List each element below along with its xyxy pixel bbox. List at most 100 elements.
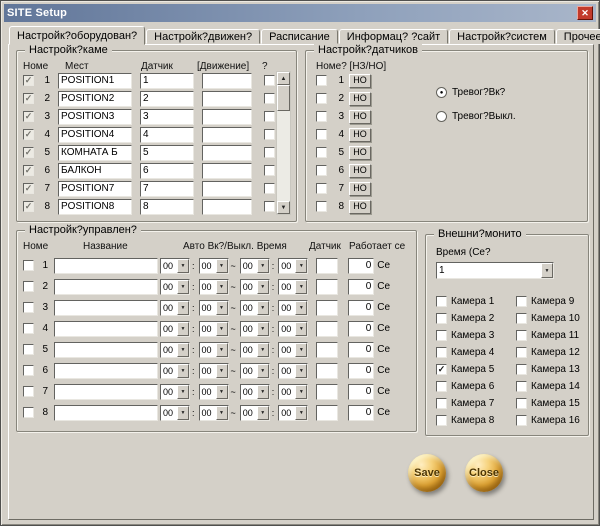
sensor-enable-checkbox[interactable] — [316, 93, 327, 104]
alarm-on-radio[interactable]: ● Тревог?Вк? — [436, 87, 505, 98]
control-name-input[interactable] — [54, 257, 158, 274]
control-seconds-input[interactable] — [348, 404, 375, 421]
dropdown-arrow-icon[interactable]: ▼ — [541, 263, 553, 278]
sensor-enable-checkbox[interactable] — [316, 183, 327, 194]
on-hour-select[interactable]: 00 ▼ — [160, 404, 190, 421]
dropdown-arrow-icon[interactable]: ▼ — [295, 363, 308, 378]
camera-sensor-input[interactable] — [140, 72, 194, 89]
camera-extra-checkbox[interactable] — [264, 183, 275, 194]
dropdown-arrow-icon[interactable]: ▼ — [177, 279, 189, 294]
camera-sensor-input[interactable] — [140, 144, 194, 161]
checkbox[interactable] — [516, 363, 527, 375]
off-minute-select[interactable]: 00 ▼ — [278, 278, 309, 295]
camera-extra-checkbox[interactable] — [264, 201, 275, 212]
on-hour-select[interactable]: 00 ▼ — [160, 383, 190, 400]
checkbox[interactable] — [516, 414, 527, 426]
control-name-input[interactable] — [54, 383, 158, 400]
on-minute-select[interactable]: 00 ▼ — [198, 341, 229, 358]
checkbox[interactable] — [436, 312, 447, 324]
sensor-enable-checkbox[interactable] — [316, 129, 327, 140]
camera-place-input[interactable] — [58, 108, 132, 125]
off-hour-select[interactable]: 00 ▼ — [239, 299, 270, 316]
control-name-input[interactable] — [54, 362, 158, 379]
camera-enable-checkbox[interactable]: ✓ — [23, 129, 34, 140]
off-hour-select[interactable]: 00 ▼ — [239, 383, 270, 400]
dropdown-arrow-icon[interactable]: ▼ — [215, 258, 228, 273]
camera-enable-checkbox[interactable]: ✓ — [23, 111, 34, 122]
monitor-camera-checkbox[interactable]: Камера 3 — [436, 329, 508, 341]
camera-extra-checkbox[interactable] — [264, 75, 275, 86]
sensor-enable-checkbox[interactable] — [316, 201, 327, 212]
close-window-button[interactable]: ✕ — [577, 6, 593, 20]
camera-sensor-input[interactable] — [140, 126, 194, 143]
control-sensor-input[interactable] — [316, 278, 339, 295]
dropdown-arrow-icon[interactable]: ▼ — [215, 300, 228, 315]
monitor-camera-checkbox[interactable]: Камера 15 — [516, 397, 588, 409]
dropdown-arrow-icon[interactable]: ▼ — [256, 405, 269, 420]
checkbox[interactable]: ✓ — [436, 363, 447, 375]
checkbox[interactable] — [436, 414, 447, 426]
dropdown-arrow-icon[interactable]: ▼ — [215, 321, 228, 336]
on-minute-select[interactable]: 00 ▼ — [198, 362, 229, 379]
sensor-enable-checkbox[interactable] — [316, 165, 327, 176]
control-name-input[interactable] — [54, 320, 158, 337]
camera-enable-checkbox[interactable]: ✓ — [23, 165, 34, 176]
dropdown-arrow-icon[interactable]: ▼ — [177, 384, 189, 399]
control-sensor-input[interactable] — [316, 299, 339, 316]
dropdown-arrow-icon[interactable]: ▼ — [256, 258, 269, 273]
on-minute-select[interactable]: 00 ▼ — [198, 320, 229, 337]
scrollbar-thumb[interactable] — [277, 85, 290, 111]
on-hour-select[interactable]: 00 ▼ — [160, 299, 190, 316]
control-name-input[interactable] — [54, 278, 158, 295]
checkbox[interactable] — [436, 295, 447, 307]
sensor-nc-no-toggle-button[interactable]: НО — [349, 181, 371, 196]
camera-extra-checkbox[interactable] — [264, 111, 275, 122]
sensor-nc-no-toggle-button[interactable]: НО — [349, 199, 371, 214]
dropdown-arrow-icon[interactable]: ▼ — [177, 321, 189, 336]
checkbox[interactable] — [516, 329, 527, 341]
camera-extra-checkbox[interactable] — [264, 129, 275, 140]
camera-sensor-input[interactable] — [140, 162, 194, 179]
dropdown-arrow-icon[interactable]: ▼ — [215, 279, 228, 294]
on-minute-select[interactable]: 00 ▼ — [198, 299, 229, 316]
scroll-down-button[interactable]: ▼ — [277, 201, 290, 214]
dropdown-arrow-icon[interactable]: ▼ — [295, 321, 308, 336]
sensor-nc-no-toggle-button[interactable]: НО — [349, 109, 371, 124]
control-sensor-input[interactable] — [316, 362, 339, 379]
camera-place-input[interactable] — [58, 90, 132, 107]
checkbox[interactable] — [436, 346, 447, 358]
control-seconds-input[interactable] — [348, 341, 375, 358]
control-name-input[interactable] — [54, 341, 158, 358]
on-hour-select[interactable]: 00 ▼ — [160, 341, 190, 358]
dropdown-arrow-icon[interactable]: ▼ — [295, 384, 308, 399]
camera-place-input[interactable] — [58, 180, 132, 197]
camera-list-scrollbar[interactable]: ▲ ▼ — [276, 71, 291, 215]
control-sensor-input[interactable] — [316, 320, 339, 337]
off-minute-select[interactable]: 00 ▼ — [278, 299, 309, 316]
title-bar[interactable]: SITE Setup ✕ — [4, 4, 596, 22]
monitor-camera-checkbox[interactable]: Камера 11 — [516, 329, 588, 341]
camera-enable-checkbox[interactable]: ✓ — [23, 75, 34, 86]
dropdown-arrow-icon[interactable]: ▼ — [177, 405, 189, 420]
control-seconds-input[interactable] — [348, 257, 375, 274]
off-hour-select[interactable]: 00 ▼ — [239, 320, 270, 337]
dropdown-arrow-icon[interactable]: ▼ — [295, 300, 308, 315]
camera-place-input[interactable] — [58, 72, 132, 89]
save-button[interactable]: Save — [408, 454, 446, 492]
checkbox[interactable] — [516, 380, 527, 392]
dropdown-arrow-icon[interactable]: ▼ — [256, 300, 269, 315]
control-seconds-input[interactable] — [348, 278, 375, 295]
camera-sensor-input[interactable] — [140, 90, 194, 107]
dropdown-arrow-icon[interactable]: ▼ — [215, 384, 228, 399]
off-hour-select[interactable]: 00 ▼ — [239, 341, 270, 358]
camera-sensor-input[interactable] — [140, 108, 194, 125]
camera-motion-input[interactable] — [202, 72, 252, 89]
monitor-camera-checkbox[interactable]: Камера 9 — [516, 295, 588, 307]
dropdown-arrow-icon[interactable]: ▼ — [177, 342, 189, 357]
control-seconds-input[interactable] — [348, 299, 375, 316]
tab-equipment-settings[interactable]: Настройк?оборудован? — [9, 26, 146, 45]
dropdown-arrow-icon[interactable]: ▼ — [295, 405, 308, 420]
checkbox[interactable] — [516, 397, 527, 409]
tab-other[interactable]: Прочее — [555, 29, 600, 44]
camera-motion-input[interactable] — [202, 108, 252, 125]
